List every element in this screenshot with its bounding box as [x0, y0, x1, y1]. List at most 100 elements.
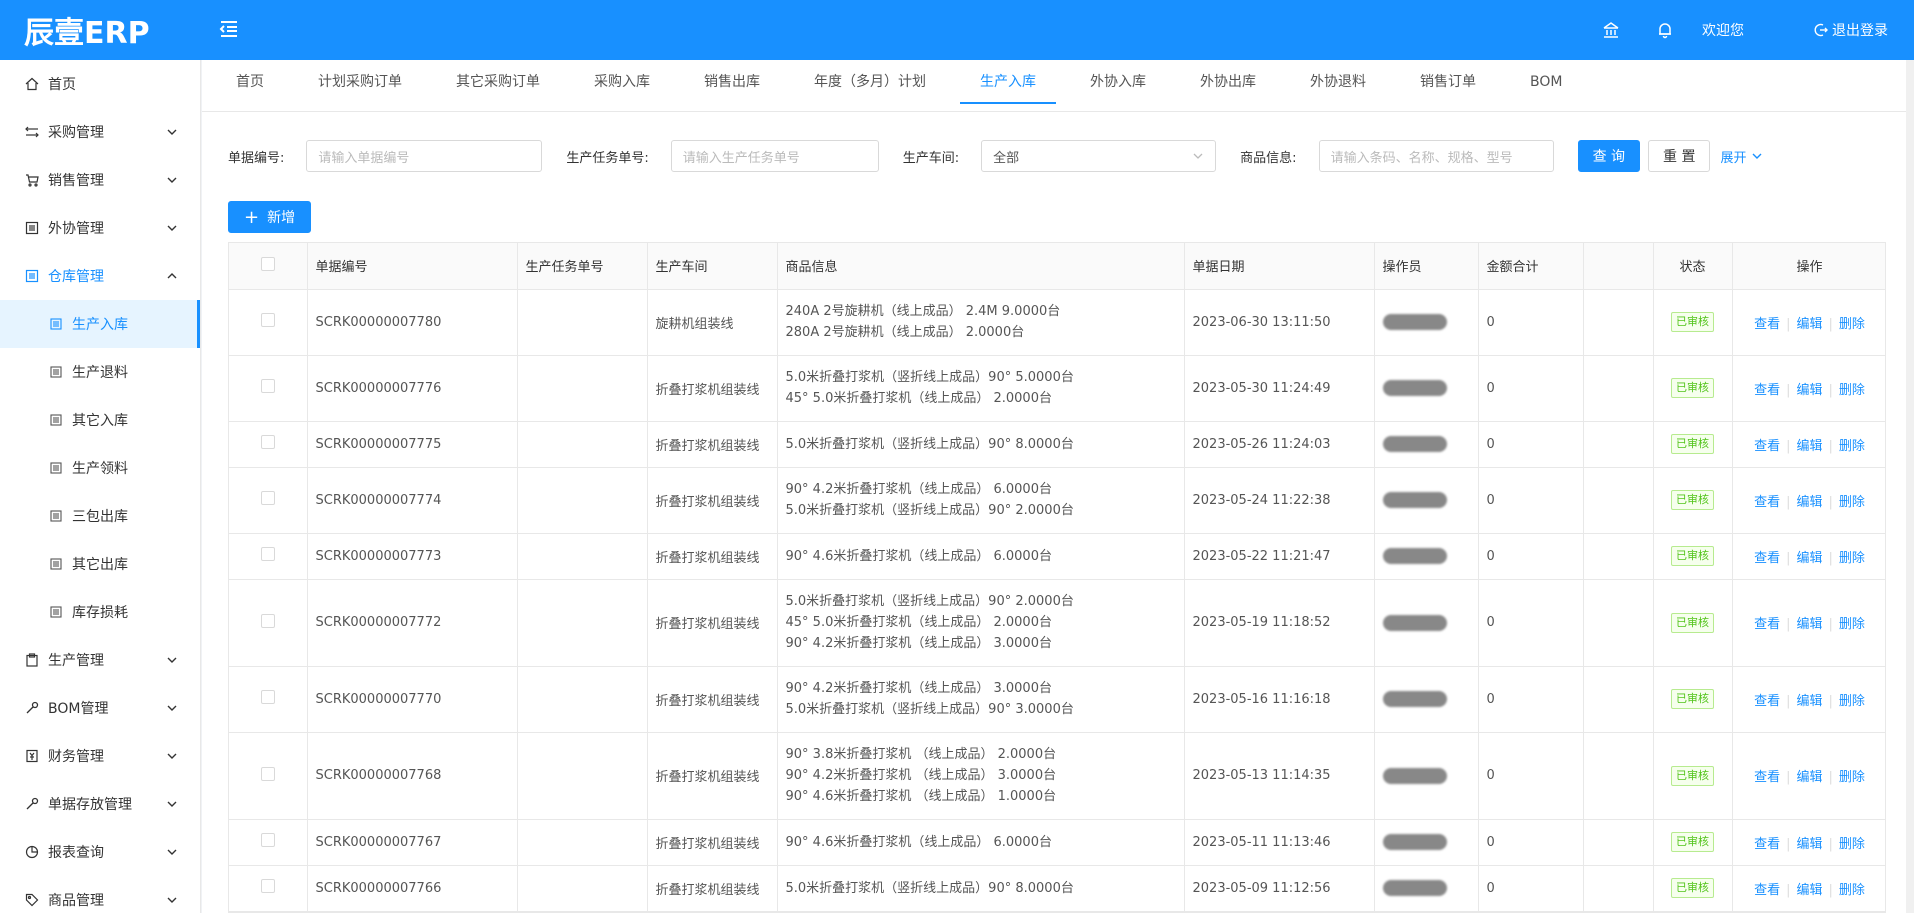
view-link[interactable]: 查看: [1754, 383, 1780, 398]
edit-link[interactable]: 编辑: [1796, 383, 1822, 398]
view-link[interactable]: 查看: [1754, 883, 1780, 898]
edit-link[interactable]: 编辑: [1796, 694, 1822, 709]
divider: |: [1786, 494, 1791, 510]
view-link[interactable]: 查看: [1754, 837, 1780, 852]
edit-link[interactable]: 编辑: [1796, 439, 1822, 454]
query-button[interactable]: 查 询: [1577, 140, 1641, 172]
row-checkbox[interactable]: [260, 879, 275, 893]
view-link[interactable]: 查看: [1754, 317, 1780, 332]
goods-input[interactable]: 请输入条码、名称、规格、型号: [1318, 140, 1554, 172]
row-checkbox[interactable]: [260, 690, 275, 704]
workshop-select[interactable]: 全部: [981, 140, 1217, 172]
tab-production-in[interactable]: 生产入库: [960, 60, 1056, 112]
delete-link[interactable]: 删除: [1839, 317, 1865, 332]
goods-cell: 240A 2号旋耕机（线上成品） 2.4M 9.0000台 280A 2号旋耕机（…: [777, 289, 1185, 356]
tab-home[interactable]: 首页: [216, 60, 284, 112]
sidebar-item-outsourcing[interactable]: 外协管理: [0, 204, 200, 252]
sidebar-item-home[interactable]: 首页: [0, 60, 200, 108]
task-no-input[interactable]: 请输入生产任务单号: [670, 140, 879, 172]
tab-bom[interactable]: BOM: [1510, 60, 1582, 112]
view-link[interactable]: 查看: [1754, 770, 1780, 785]
delete-link[interactable]: 删除: [1839, 617, 1865, 632]
row-checkbox[interactable]: [260, 435, 275, 449]
delete-link[interactable]: 删除: [1839, 439, 1865, 454]
row-checkbox[interactable]: [260, 613, 275, 628]
table-row: SCRK00000007776 折叠打浆机组装线 5.0米折叠打浆机（竖折线上成品）…: [229, 355, 1885, 422]
sidebar-item-bom[interactable]: BOM管理: [0, 684, 200, 732]
edit-link[interactable]: 编辑: [1796, 770, 1822, 785]
sidebar-item-warehouse[interactable]: 仓库管理: [0, 252, 200, 300]
sidebar-item-stock-loss[interactable]: 库存损耗: [0, 588, 200, 636]
edit-link[interactable]: 编辑: [1796, 883, 1822, 898]
edit-link[interactable]: 编辑: [1796, 495, 1822, 510]
sidebar-item-doc-storage[interactable]: 单据存放管理: [0, 780, 200, 828]
bank-icon[interactable]: [1600, 19, 1622, 41]
goods-cell: 90° 4.2米折叠打浆机（线上成品） 3.0000台 5.0米折叠打浆机（竖折线…: [777, 666, 1185, 733]
goods-line: 90° 4.6米折叠打浆机（线上成品） 6.0000台: [785, 548, 1052, 564]
sidebar-item-other-in[interactable]: 其它入库: [0, 396, 200, 444]
tab-planned-purchase[interactable]: 计划采购订单: [298, 60, 422, 112]
tab-sales-order[interactable]: 销售订单: [1400, 60, 1496, 112]
menu-fold-icon[interactable]: [216, 16, 242, 42]
sidebar-item-production-pick[interactable]: 生产领料: [0, 444, 200, 492]
view-link[interactable]: 查看: [1754, 694, 1780, 709]
col-workshop: 生产车间: [647, 243, 778, 290]
sidebar-item-goods[interactable]: 商品管理: [0, 876, 200, 913]
sidebar-item-production-in[interactable]: 生产入库: [0, 300, 200, 348]
status-cell: 已审核: [1653, 533, 1733, 580]
main-area: 首页 计划采购订单 其它采购订单 采购入库 销售出库 年度（多月）计划 生产入库…: [202, 60, 1914, 913]
tab-annual-plan[interactable]: 年度（多月）计划: [794, 60, 946, 112]
sidebar-item-reports[interactable]: 报表查询: [0, 828, 200, 876]
edit-link[interactable]: 编辑: [1796, 617, 1822, 632]
delete-link[interactable]: 删除: [1839, 383, 1865, 398]
tab-purchase-in[interactable]: 采购入库: [574, 60, 670, 112]
row-checkbox[interactable]: [260, 766, 275, 781]
sidebar-item-production-return[interactable]: 生产退料: [0, 348, 200, 396]
blank-cell: [1583, 819, 1654, 866]
edit-link[interactable]: 编辑: [1796, 317, 1822, 332]
tab-outsourcing-out[interactable]: 外协出库: [1180, 60, 1276, 112]
tab-outsourcing-in[interactable]: 外协入库: [1070, 60, 1166, 112]
bell-icon[interactable]: [1654, 19, 1676, 41]
view-link[interactable]: 查看: [1754, 551, 1780, 566]
chevron-down-icon: [167, 705, 177, 711]
row-checkbox[interactable]: [260, 313, 275, 327]
sidebar-item-production[interactable]: 生产管理: [0, 636, 200, 684]
sidebar-item-finance[interactable]: 财务管理: [0, 732, 200, 780]
tab-other-purchase[interactable]: 其它采购订单: [436, 60, 560, 112]
edit-link[interactable]: 编辑: [1796, 551, 1822, 566]
divider: |: [1786, 882, 1791, 898]
logout-button[interactable]: 退出登录: [1814, 20, 1888, 40]
row-checkbox[interactable]: [260, 547, 275, 561]
page-scrollbar[interactable]: [1906, 60, 1914, 913]
row-checkbox[interactable]: [260, 379, 275, 393]
sidebar-item-purchase[interactable]: 采购管理: [0, 108, 200, 156]
delete-link[interactable]: 删除: [1839, 694, 1865, 709]
goods-line: 280A 2号旋耕机（线上成品） 2.0000台: [785, 325, 1025, 340]
tab-sales-out[interactable]: 销售出库: [684, 60, 780, 112]
delete-link[interactable]: 删除: [1839, 837, 1865, 852]
row-checkbox[interactable]: [260, 833, 275, 847]
sidebar-item-warranty-out[interactable]: 三包出库: [0, 492, 200, 540]
delete-link[interactable]: 删除: [1839, 770, 1865, 785]
delete-link[interactable]: 删除: [1839, 551, 1865, 566]
list-icon: [24, 220, 40, 236]
view-link[interactable]: 查看: [1754, 439, 1780, 454]
edit-link[interactable]: 编辑: [1796, 837, 1822, 852]
delete-link[interactable]: 删除: [1839, 883, 1865, 898]
sidebar-item-sales[interactable]: 销售管理: [0, 156, 200, 204]
operator-cell: [1374, 579, 1479, 667]
view-link[interactable]: 查看: [1754, 617, 1780, 632]
expand-link[interactable]: 展开: [1720, 147, 1762, 166]
tab-outsourcing-return[interactable]: 外协退料: [1290, 60, 1386, 112]
blank-cell: [1583, 865, 1654, 912]
col-status: 状态: [1653, 243, 1733, 290]
delete-link[interactable]: 删除: [1839, 495, 1865, 510]
add-button[interactable]: + 新增: [228, 201, 312, 233]
row-checkbox[interactable]: [260, 491, 275, 505]
doc-no-input[interactable]: 请输入单据编号: [306, 140, 543, 172]
select-all-checkbox[interactable]: [260, 256, 275, 271]
sidebar-item-other-out[interactable]: 其它出库: [0, 540, 200, 588]
reset-button[interactable]: 重 置: [1648, 140, 1711, 172]
view-link[interactable]: 查看: [1754, 495, 1780, 510]
